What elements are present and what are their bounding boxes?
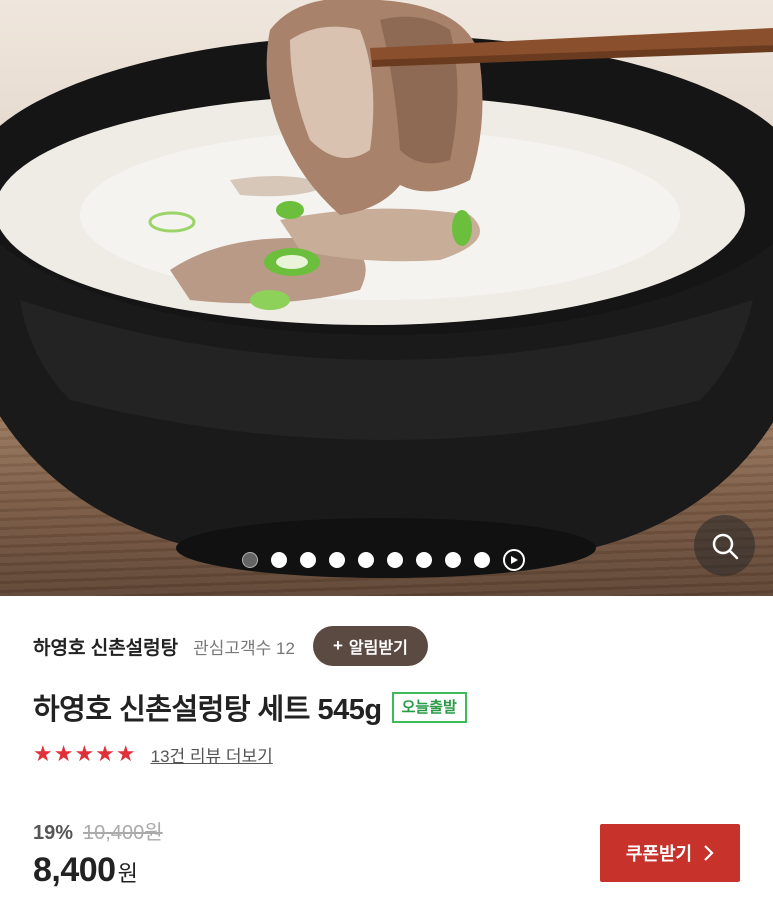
title-row: 하영호 신촌설렁탕 세트 545g 오늘출발 [33, 686, 467, 728]
plus-icon: + [332, 636, 343, 655]
search-icon [712, 533, 738, 559]
gallery-dot[interactable] [445, 552, 461, 568]
rating-stars-icon: ★★★★★ [33, 742, 137, 767]
current-price: 8,400 [33, 851, 116, 889]
gallery-dot[interactable] [416, 552, 432, 568]
zoom-search-button[interactable] [694, 515, 755, 576]
product-info: 하영호 신촌설렁탕 관심고객수 12 + 알림받기 하영호 신촌설렁탕 세트 5… [0, 596, 773, 916]
gallery-dot[interactable] [329, 552, 345, 568]
seller-row: 하영호 신촌설렁탕 관심고객수 12 + 알림받기 [33, 626, 428, 666]
seller-name[interactable]: 하영호 신촌설렁탕 [33, 633, 178, 660]
gallery-dot-active[interactable] [242, 552, 258, 568]
alert-subscribe-button[interactable]: + 알림받기 [312, 626, 428, 666]
price-row: 8,400 원 [33, 851, 138, 890]
soup-bowl-image [0, 0, 773, 578]
coupon-button-label: 쿠폰받기 [625, 844, 693, 864]
chevron-right-icon [704, 845, 714, 861]
discount-row: 19% 10,400원 [33, 816, 163, 845]
gallery-dot[interactable] [300, 552, 316, 568]
fans-count: 관심고객수 12 [193, 638, 295, 658]
currency-unit: 원 [117, 861, 138, 886]
review-link[interactable]: 13건 리뷰 더보기 [151, 742, 273, 767]
shipping-badge: 오늘출발 [391, 691, 467, 723]
product-image-gallery[interactable] [0, 0, 773, 596]
play-icon[interactable] [503, 549, 525, 571]
rating-row: ★★★★★ 13건 리뷰 더보기 [33, 742, 273, 767]
gallery-dot[interactable] [358, 552, 374, 568]
original-price: 10,400원 [83, 822, 163, 844]
gallery-pagination[interactable] [242, 549, 525, 571]
product-title: 하영호 신촌설렁탕 세트 545g [33, 694, 382, 726]
discount-rate: 19% [33, 822, 74, 844]
alert-button-label: 알림받기 [348, 640, 408, 657]
gallery-dot[interactable] [474, 552, 490, 568]
coupon-button[interactable]: 쿠폰받기 [600, 824, 740, 882]
gallery-dot[interactable] [271, 552, 287, 568]
gallery-dot[interactable] [387, 552, 403, 568]
